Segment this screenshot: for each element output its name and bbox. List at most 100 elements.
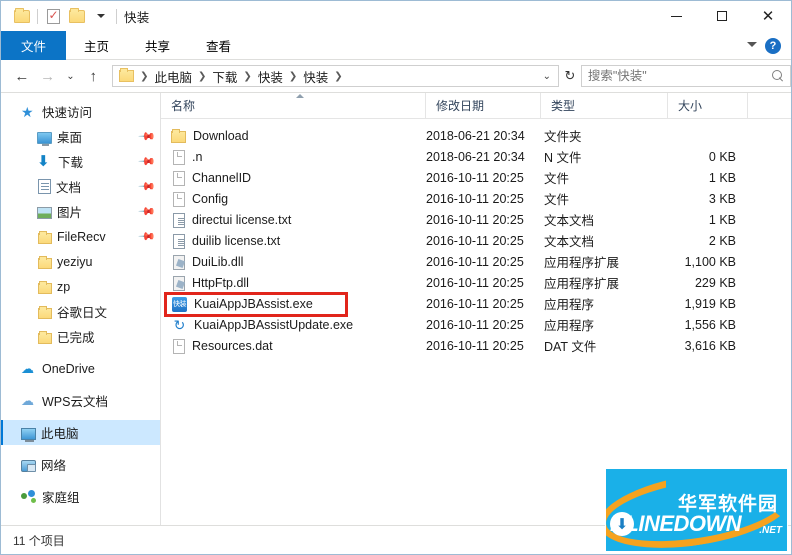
- chevron-down-icon[interactable]: [747, 42, 757, 47]
- file-explorer-window: 快装 ✕ 文件 主页 共享 查看 ? ← → ⌄ ↑ ❯ 此电脑 ❯ 下载 ❯ …: [0, 0, 792, 555]
- breadcrumb-item-3[interactable]: 快装: [300, 67, 331, 86]
- sidebar-item-homegroup[interactable]: 家庭组: [1, 484, 160, 509]
- file-name: duilib license.txt: [192, 233, 281, 248]
- pin-icon[interactable]: 📌: [138, 177, 157, 196]
- pin-icon[interactable]: 📌: [138, 202, 157, 221]
- file-name: Download: [193, 128, 249, 143]
- tab-file[interactable]: 文件: [1, 31, 67, 60]
- column-header-date[interactable]: 修改日期: [426, 93, 541, 118]
- help-icon[interactable]: ?: [765, 37, 781, 54]
- quick-access-dropdown-icon[interactable]: [89, 4, 113, 28]
- table-row[interactable]: Resources.dat 2016-10-11 20:25 DAT 文件 3,…: [161, 335, 791, 356]
- properties-icon[interactable]: [41, 4, 65, 28]
- sidebar-item-label: 家庭组: [42, 491, 80, 505]
- generic-file-icon: [173, 191, 185, 207]
- file-size: 1 KB: [708, 212, 736, 227]
- breadcrumb-separator-2[interactable]: ❯: [240, 71, 254, 82]
- pictures-icon: [37, 206, 52, 219]
- breadcrumb-separator-1[interactable]: ❯: [195, 71, 209, 82]
- breadcrumb-item-1[interactable]: 下载: [209, 67, 240, 86]
- table-row[interactable]: Config 2016-10-11 20:25 文件 3 KB: [161, 188, 791, 209]
- file-date: 2016-10-11 20:25: [426, 317, 524, 332]
- file-date: 2016-10-11 20:25: [426, 233, 524, 248]
- file-date: 2016-10-11 20:25: [426, 275, 524, 290]
- sidebar-item-zp[interactable]: zp: [1, 274, 160, 299]
- toolbar-divider-2: [116, 8, 117, 24]
- new-folder-icon[interactable]: [65, 4, 89, 28]
- sidebar-item-yeziyu[interactable]: yeziyu: [1, 249, 160, 274]
- star-icon: ★: [21, 103, 34, 120]
- table-row[interactable]: DuiLib.dll 2016-10-11 20:25 应用程序扩展 1,100…: [161, 251, 791, 272]
- folder-icon[interactable]: [10, 4, 34, 28]
- breadcrumb[interactable]: ❯ 此电脑 ❯ 下载 ❯ 快装 ❯ 快装 ❯ ⌄: [112, 65, 560, 87]
- breadcrumb-separator-3[interactable]: ❯: [286, 71, 300, 82]
- network-icon: [21, 459, 36, 472]
- quick-access-toolbar: 快装: [1, 4, 150, 28]
- breadcrumb-dropdown-icon[interactable]: ⌄: [543, 71, 554, 82]
- sidebar-item-network[interactable]: 网络: [1, 452, 160, 477]
- watermark-tld-text: .NET: [759, 525, 782, 536]
- sidebar-item-completed[interactable]: 已完成: [1, 324, 160, 349]
- sidebar-item-onedrive[interactable]: ☁ OneDrive: [1, 356, 160, 381]
- forward-button[interactable]: →: [35, 62, 61, 90]
- sidebar-item-label: 下载: [58, 156, 84, 170]
- sidebar-item-filerecv[interactable]: FileRecv 📌: [1, 224, 160, 249]
- sort-ascending-icon: [296, 94, 304, 98]
- update-exe-icon: ↻: [173, 316, 186, 333]
- download-icon: ⬇: [37, 152, 50, 170]
- breadcrumb-separator-4[interactable]: ❯: [331, 71, 345, 82]
- sidebar-item-pictures[interactable]: 图片 📌: [1, 199, 160, 224]
- table-row[interactable]: HttpFtp.dll 2016-10-11 20:25 应用程序扩展 229 …: [161, 272, 791, 293]
- sidebar-item-google-japanese[interactable]: 谷歌日文: [1, 299, 160, 324]
- breadcrumb-item-2[interactable]: 快装: [255, 67, 286, 86]
- tab-view[interactable]: 查看: [188, 31, 249, 60]
- recent-locations-icon[interactable]: ⌄: [61, 62, 81, 90]
- file-name-cell: ↻ KuaiAppJBAssistUpdate.exe: [161, 317, 426, 333]
- file-name-cell: 快装 KuaiAppJBAssist.exe: [161, 296, 426, 312]
- sidebar-item-this-pc[interactable]: 此电脑: [1, 420, 160, 445]
- minimize-button[interactable]: [653, 1, 699, 31]
- up-button[interactable]: ↑: [80, 62, 106, 90]
- file-name-cell: Download: [161, 128, 426, 143]
- search-input[interactable]: [587, 69, 773, 83]
- item-count-label: 11 个项目: [13, 533, 65, 548]
- sidebar-item-downloads[interactable]: ⬇ 下载 📌: [1, 149, 160, 174]
- column-header-blank[interactable]: [748, 93, 791, 118]
- toolbar-divider: [37, 8, 38, 24]
- table-row[interactable]: Download 2018-06-21 20:34 文件夹: [161, 125, 791, 146]
- table-row[interactable]: .n 2018-06-21 20:34 N 文件 0 KB: [161, 146, 791, 167]
- back-button[interactable]: ←: [9, 62, 35, 90]
- this-pc-icon: [21, 427, 36, 442]
- table-row[interactable]: ChannelID 2016-10-11 20:25 文件 1 KB: [161, 167, 791, 188]
- refresh-button[interactable]: ↻: [559, 63, 581, 89]
- sidebar-item-label: 图片: [57, 206, 83, 220]
- column-header-type[interactable]: 类型: [541, 93, 668, 118]
- pin-icon[interactable]: 📌: [138, 227, 157, 246]
- search-icon[interactable]: [772, 70, 784, 82]
- breadcrumb-item-0[interactable]: 此电脑: [152, 67, 196, 86]
- download-arrow-icon: ⬇: [610, 512, 634, 536]
- file-type: DAT 文件: [544, 340, 597, 354]
- table-row[interactable]: directui license.txt 2016-10-11 20:25 文本…: [161, 209, 791, 230]
- table-row[interactable]: ↻ KuaiAppJBAssistUpdate.exe 2016-10-11 2…: [161, 314, 791, 335]
- file-name-cell: .n: [161, 149, 426, 165]
- file-type: N 文件: [544, 151, 582, 165]
- tab-share[interactable]: 共享: [127, 31, 188, 60]
- search-box[interactable]: [580, 65, 791, 87]
- table-row[interactable]: duilib license.txt 2016-10-11 20:25 文本文档…: [161, 230, 791, 251]
- table-row[interactable]: 快装 KuaiAppJBAssist.exe 2016-10-11 20:25 …: [161, 293, 791, 314]
- column-header-size[interactable]: 大小: [668, 93, 748, 118]
- file-list-pane: 名称 修改日期 类型 大小 Download 2018-06-21 20:34 …: [161, 93, 791, 525]
- pin-icon[interactable]: 📌: [138, 152, 157, 171]
- sidebar-item-quick-access[interactable]: ★ 快速访问: [1, 99, 160, 124]
- explorer-content: ★ 快速访问 桌面 📌 ⬇ 下载 📌 文档 📌 图片 📌 FileRecv 📌 …: [1, 92, 791, 526]
- maximize-button[interactable]: [699, 1, 745, 31]
- sidebar-item-documents[interactable]: 文档 📌: [1, 174, 160, 199]
- pin-icon[interactable]: 📌: [138, 127, 157, 146]
- sidebar-item-wps-cloud[interactable]: ☁ WPS云文档: [1, 388, 160, 413]
- sidebar-item-desktop[interactable]: 桌面 📌: [1, 124, 160, 149]
- breadcrumb-separator-0[interactable]: ❯: [137, 71, 151, 82]
- column-header-name[interactable]: 名称: [161, 93, 426, 118]
- tab-home[interactable]: 主页: [66, 31, 127, 60]
- close-button[interactable]: ✕: [745, 1, 791, 31]
